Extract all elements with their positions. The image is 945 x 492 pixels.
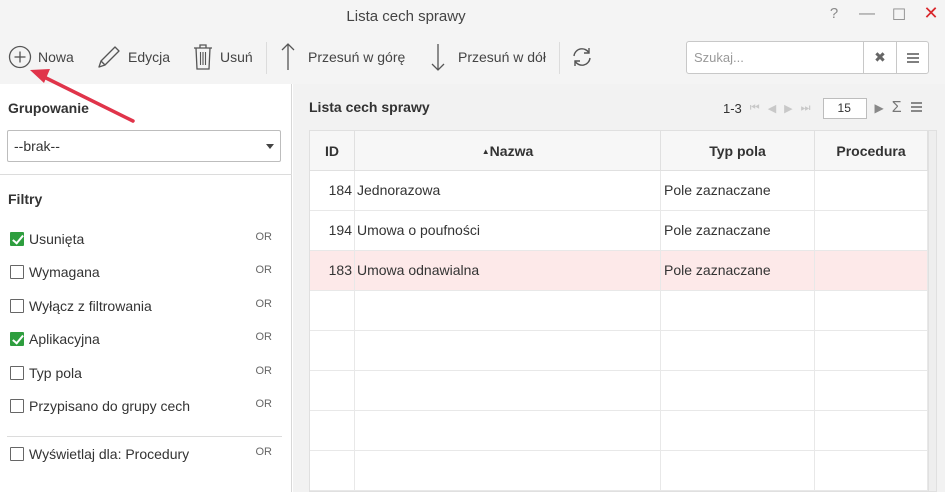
annotation-arrow-icon (30, 69, 135, 123)
